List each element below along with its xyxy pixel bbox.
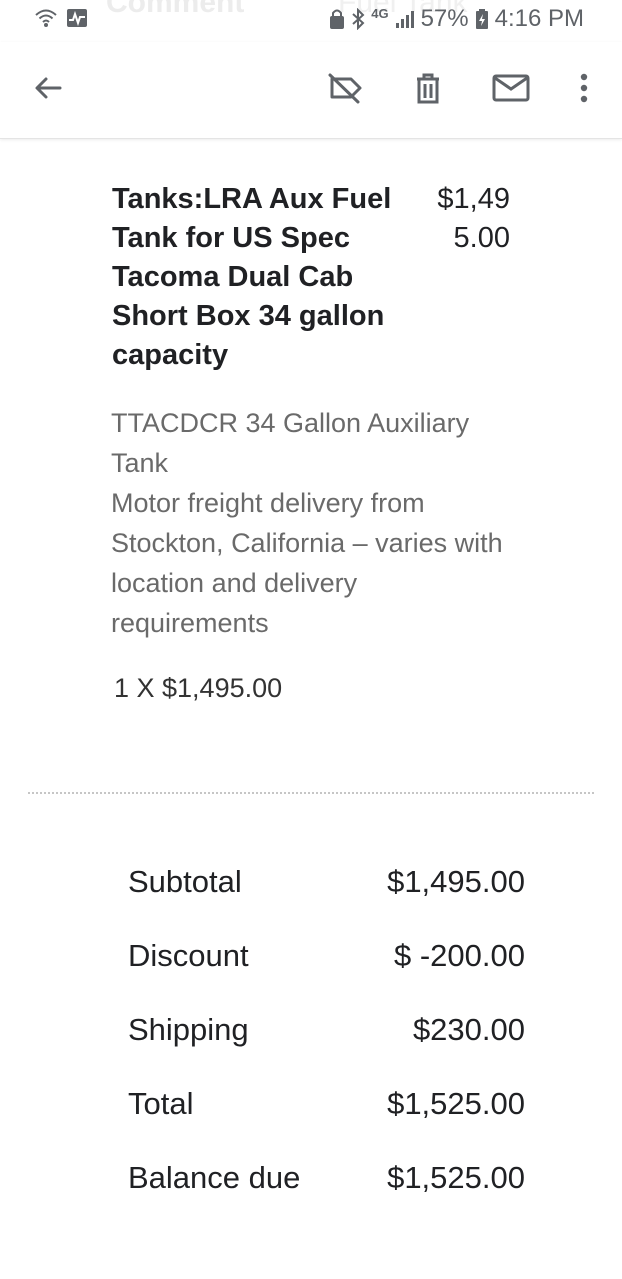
- divider: [28, 792, 594, 794]
- summary-label: Total: [128, 1086, 194, 1121]
- mark-unread-button[interactable]: [489, 68, 533, 112]
- label-off-button[interactable]: [323, 68, 367, 112]
- battery-charging-icon: [475, 8, 489, 30]
- battery-percent: 57%: [420, 5, 469, 32]
- item-description: TTACDCR 34 Gallon Auxiliary Tank Motor f…: [111, 403, 511, 643]
- summary-label: Discount: [128, 938, 249, 973]
- back-button[interactable]: [26, 68, 70, 112]
- item-title: Tanks:LRA Aux Fuel Tank for US Spec Taco…: [112, 183, 392, 371]
- summary-value: $1,495.00: [387, 864, 525, 899]
- delete-button[interactable]: [406, 68, 450, 112]
- summary-row-discount: Discount $ -200.00: [128, 931, 525, 1005]
- summary-label: Balance due: [128, 1160, 301, 1195]
- trash-icon: [413, 71, 443, 110]
- label-off-icon: [326, 71, 364, 110]
- item-description-line: Motor freight delivery from Stockton, Ca…: [111, 488, 503, 638]
- status-bar: Comment Fuel Tank 4G 57% 4:16 PM: [0, 0, 622, 42]
- signal-icon: [395, 9, 415, 29]
- item-price: $1,495.00: [437, 183, 510, 254]
- ghost-heading-text: Comment: [106, 0, 245, 19]
- summary-row-total: Total $1,525.00: [128, 1079, 525, 1153]
- clock: 4:16 PM: [494, 5, 584, 32]
- summary-value: $ -200.00: [394, 938, 525, 973]
- network-type-label: 4G: [371, 5, 389, 21]
- summary-value: $230.00: [412, 1012, 525, 1047]
- item-description-line: TTACDCR 34 Gallon Auxiliary Tank: [111, 408, 470, 478]
- summary-value: $1,525.00: [387, 1160, 525, 1195]
- summary-row-subtotal: Subtotal $1,495.00: [128, 857, 525, 931]
- summary-row-shipping: Shipping $230.00: [128, 1005, 525, 1079]
- bluetooth-icon: [351, 8, 365, 30]
- summary-value: $1,525.00: [387, 1086, 525, 1121]
- summary-row-balance-due: Balance due $1,525.00: [128, 1153, 525, 1227]
- wifi-icon: [34, 8, 58, 33]
- item-quantity: 1 X $1,495.00: [114, 673, 283, 703]
- more-vert-icon: [579, 72, 589, 109]
- toolbar: [0, 42, 622, 139]
- mail-icon: [492, 73, 530, 108]
- summary-label: Subtotal: [128, 864, 242, 899]
- order-summary: Subtotal $1,495.00 Discount $ -200.00 Sh…: [128, 857, 525, 1227]
- lock-icon: [329, 8, 345, 30]
- summary-label: Shipping: [128, 1012, 249, 1047]
- activity-icon: [66, 8, 88, 33]
- more-options-button[interactable]: [562, 68, 606, 112]
- arrow-back-icon: [32, 72, 64, 109]
